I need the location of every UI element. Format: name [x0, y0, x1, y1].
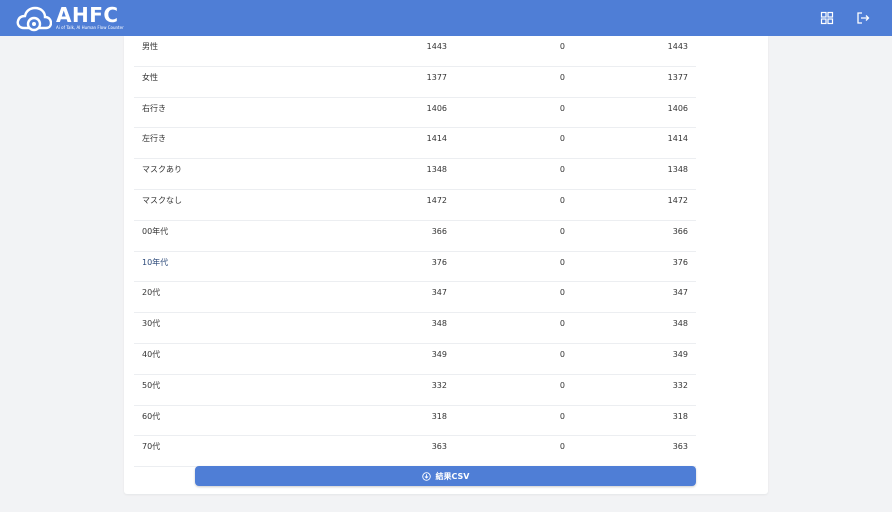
row-count-c: 349: [672, 350, 688, 359]
row-count-b: 0: [559, 103, 565, 113]
row-label: マスクあり: [142, 165, 182, 175]
row-label: 男性: [142, 42, 158, 51]
row-count-b: 0: [559, 72, 565, 82]
row-count-a: 366: [431, 226, 447, 236]
row-count-c: 1472: [667, 196, 688, 205]
download-csv-button[interactable]: 結果CSV: [195, 466, 696, 486]
top-navigation-bar: AHFC Ai of Talk, AI Human Flow Counter: [0, 0, 892, 36]
row-count-a: 363: [431, 442, 447, 452]
row-count-b: 0: [559, 442, 565, 452]
row-count-b: 0: [559, 196, 565, 205]
table-row: マスクなし 1472 0 1472: [134, 190, 696, 221]
row-label: 20代: [142, 288, 161, 298]
table-row: 男性 1443 0 1443: [134, 36, 696, 67]
logo-subtext: Ai of Talk, AI Human Flow Counter: [56, 25, 124, 30]
table-row: 左行き 1414 0 1414: [134, 128, 696, 160]
row-count-a: 1406: [426, 103, 447, 113]
table-row: 10年代 376 0 376: [134, 252, 696, 283]
row-label: 00年代: [142, 226, 169, 236]
row-count-c: 376: [672, 257, 688, 267]
download-csv-label: 結果CSV: [435, 471, 470, 481]
row-count-c: 1377: [667, 72, 688, 82]
row-count-a: 1414: [426, 134, 447, 144]
row-label: 左行き: [142, 134, 166, 144]
table-row: 30代 348 0 348: [134, 313, 696, 344]
row-label: 70代: [142, 442, 161, 452]
logout-icon[interactable]: [856, 11, 870, 25]
row-count-a: 347: [431, 288, 447, 298]
row-count-a: 332: [431, 380, 447, 390]
row-count-a: 348: [431, 319, 447, 329]
cloud-logo-icon: [16, 6, 52, 32]
logo-text: AHFC: [56, 3, 119, 27]
row-label: 10年代: [142, 257, 169, 267]
row-count-b: 0: [559, 134, 565, 144]
row-label: 40代: [142, 350, 161, 359]
row-count-b: 0: [559, 42, 565, 51]
row-count-c: 1443: [667, 42, 688, 51]
row-label: 女性: [142, 72, 158, 82]
download-circle-icon: [421, 471, 431, 481]
row-count-b: 0: [559, 380, 565, 390]
table-row: 右行き 1406 0 1406: [134, 98, 696, 129]
row-label: 30代: [142, 319, 161, 329]
table-row: 60代 318 0 318: [134, 406, 696, 437]
table-row: 40代 349 0 349: [134, 344, 696, 375]
grid-icon[interactable]: [820, 11, 834, 25]
row-count-c: 1414: [667, 134, 688, 144]
row-label: 50代: [142, 380, 161, 390]
row-count-a: 1443: [426, 42, 447, 51]
row-count-c: 348: [672, 319, 688, 329]
row-count-b: 0: [559, 226, 565, 236]
table-row: 00年代 366 0 366: [134, 221, 696, 252]
row-count-a: 376: [431, 257, 447, 267]
row-count-b: 0: [559, 257, 565, 267]
results-card: 男性 1443 0 1443 女性 1377 0 1377 右行き 1406 0 1406 左行き 141…: [124, 36, 768, 494]
row-count-b: 0: [559, 288, 565, 298]
row-label: 60代: [142, 411, 161, 421]
table-row: マスクあり 1348 0 1348: [134, 159, 696, 190]
table-row: 20代 347 0 347: [134, 282, 696, 314]
row-count-c: 1406: [667, 103, 688, 113]
row-count-c: 363: [672, 442, 688, 452]
row-count-a: 349: [431, 350, 447, 359]
row-count-c: 366: [672, 226, 688, 236]
row-count-b: 0: [559, 319, 565, 329]
row-count-a: 1472: [426, 196, 447, 205]
table-row: 女性 1377 0 1377: [134, 67, 696, 98]
row-count-a: 1377: [426, 72, 447, 82]
row-label: 右行き: [142, 103, 166, 113]
row-count-b: 0: [559, 165, 565, 175]
row-count-c: 318: [672, 411, 688, 421]
row-label: マスクなし: [142, 196, 182, 205]
row-count-b: 0: [559, 411, 565, 421]
table-row: 50代 332 0 332: [134, 375, 696, 406]
row-count-a: 1348: [426, 165, 447, 175]
row-count-a: 318: [431, 411, 447, 421]
row-count-c: 1348: [667, 165, 688, 175]
table-row: 70代 363 0 363: [134, 436, 696, 468]
row-count-c: 347: [672, 288, 688, 298]
app-logo[interactable]: AHFC Ai of Talk, AI Human Flow Counter: [16, 4, 124, 32]
row-count-b: 0: [559, 350, 565, 359]
row-count-c: 332: [672, 380, 688, 390]
